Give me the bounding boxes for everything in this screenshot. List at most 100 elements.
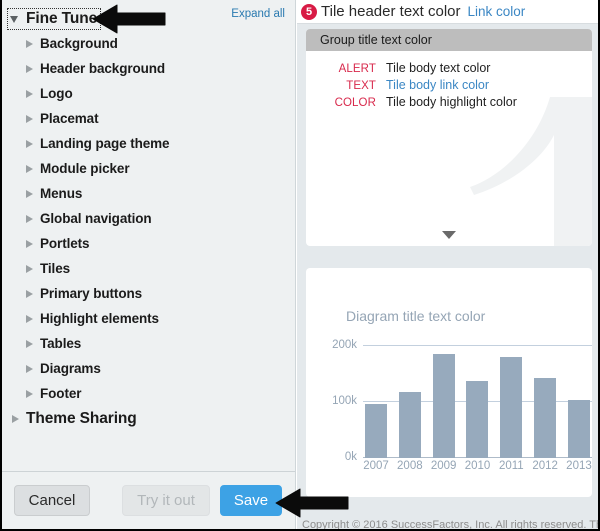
tree-item-theme-sharing[interactable]: Theme Sharing <box>2 406 295 431</box>
group-title-text-color-label: Group title text color <box>320 33 432 47</box>
chart-bar <box>567 400 590 458</box>
tree-item-portlets[interactable]: Portlets <box>2 231 295 256</box>
tree-item-header-background[interactable]: Header background <box>2 56 295 81</box>
chevron-right-icon[interactable] <box>23 137 37 151</box>
chevron-right-icon[interactable] <box>23 187 37 201</box>
tile-body-row: TEXT Tile body link color <box>306 78 592 95</box>
chevron-down-icon[interactable] <box>9 12 23 26</box>
chart-bar <box>365 404 387 458</box>
tile-body: ALERT Tile body text color TEXT Tile bod… <box>306 51 592 246</box>
chevron-right-icon[interactable] <box>23 212 37 226</box>
tile-body-rows: ALERT Tile body text color TEXT Tile bod… <box>306 61 592 112</box>
save-button[interactable]: Save <box>220 485 282 516</box>
chevron-right-icon[interactable] <box>23 112 37 126</box>
chart-x-label: 2009 <box>430 460 457 472</box>
tree-item-module-picker[interactable]: Module picker <box>2 156 295 181</box>
tree-item-placemat[interactable]: Placemat <box>2 106 295 131</box>
tree-item-label: Logo <box>40 86 73 101</box>
tree-item-label: Placemat <box>40 111 99 126</box>
chart-x-label: 2012 <box>532 460 558 472</box>
chart-bars <box>363 345 592 458</box>
tree-item-label: Highlight elements <box>40 311 159 326</box>
chart-plot-area: 200k 100k 0k <box>332 339 592 463</box>
preview-header: 5 Tile header text color Link color <box>297 0 598 24</box>
chart-bar <box>466 381 489 458</box>
tree-item-label: Header background <box>40 61 166 76</box>
chevron-right-icon[interactable] <box>23 62 37 76</box>
tile-body-link-color-label[interactable]: Tile body link color <box>386 78 489 92</box>
chevron-right-icon[interactable] <box>23 337 37 351</box>
tile-header-text-color-label: Tile header text color <box>321 3 461 20</box>
tree-item-landing-page-theme[interactable]: Landing page theme <box>2 131 295 156</box>
tree-item-logo[interactable]: Logo <box>2 81 295 106</box>
chevron-right-icon[interactable] <box>23 262 37 276</box>
chevron-right-icon[interactable] <box>23 387 37 401</box>
chart-x-label: 2011 <box>498 460 524 472</box>
chevron-right-icon[interactable] <box>23 362 37 376</box>
fine-tune-sidebar: Expand all Fine Tune Background Header b… <box>2 0 296 529</box>
tree-item-label: Footer <box>40 386 82 401</box>
chevron-right-icon[interactable] <box>23 237 37 251</box>
diagram-tile: Diagram title text color 200k 100k 0k 20… <box>306 268 592 497</box>
tree-item-label: Background <box>40 36 118 51</box>
tree-item-global-navigation[interactable]: Global navigation <box>2 206 295 231</box>
color-label: COLOR <box>334 97 376 109</box>
fine-tune-focus-ring: Fine Tune <box>6 7 102 30</box>
y-axis-tick: 200k <box>332 339 357 351</box>
preview-tile: Group title text color ALERT Tile body t… <box>306 29 592 246</box>
dialog-footer: Cancel Try it out Save <box>2 471 295 529</box>
tile-body-row: COLOR Tile body highlight color <box>306 95 592 112</box>
tree-item-label: Tables <box>40 336 82 351</box>
chart-bar <box>432 353 455 458</box>
tree-item-footer[interactable]: Footer <box>2 381 295 406</box>
tree-item-highlight-elements[interactable]: Highlight elements <box>2 306 295 331</box>
tree-item-label: Portlets <box>40 236 90 251</box>
chevron-right-icon[interactable] <box>9 412 23 426</box>
chart-x-label: 2008 <box>397 460 423 472</box>
tree-item-label: Menus <box>40 186 83 201</box>
group-title-bar: Group title text color <box>306 29 592 51</box>
expand-tile-chevron-down-icon[interactable] <box>442 231 456 239</box>
tree-item-label: Tiles <box>40 261 71 276</box>
expand-all-link[interactable]: Expand all <box>231 8 285 20</box>
tree-item-label: Diagrams <box>40 361 101 376</box>
chart-x-axis-labels: 2007 2008 2009 2010 2011 2012 2013 <box>363 460 592 472</box>
chevron-right-icon[interactable] <box>23 312 37 326</box>
chevron-right-icon[interactable] <box>23 87 37 101</box>
preview-panel: 5 Tile header text color Link color Grou… <box>297 0 598 529</box>
chevron-right-icon[interactable] <box>23 37 37 51</box>
chart-bar <box>500 356 523 458</box>
fine-tune-tree: Expand all Fine Tune Background Header b… <box>2 0 295 471</box>
bar-chart: Diagram title text color 200k 100k 0k 20… <box>306 268 592 497</box>
chevron-right-icon[interactable] <box>23 287 37 301</box>
chart-x-label: 2007 <box>363 460 389 472</box>
y-axis-tick: 100k <box>332 395 357 407</box>
chevron-right-icon[interactable] <box>23 162 37 176</box>
tree-item-label: Primary buttons <box>40 286 143 301</box>
tree-item-tiles[interactable]: Tiles <box>2 256 295 281</box>
tree-item-primary-buttons[interactable]: Primary buttons <box>2 281 295 306</box>
link-color-label[interactable]: Link color <box>468 4 526 19</box>
tile-body-row: ALERT Tile body text color <box>306 61 592 78</box>
chart-bar <box>534 378 557 458</box>
try-it-out-button[interactable]: Try it out <box>122 485 210 516</box>
copyright-text: Copyright © 2016 SuccessFactors, Inc. Al… <box>302 519 600 531</box>
tile-body-highlight-color-label: Tile body highlight color <box>386 95 517 109</box>
y-axis-tick: 0k <box>344 451 357 463</box>
tree-item-menus[interactable]: Menus <box>2 181 295 206</box>
chart-title: Diagram title text color <box>346 308 486 324</box>
chart-x-label: 2013 <box>566 460 592 472</box>
text-label: TEXT <box>346 80 376 92</box>
alert-label: ALERT <box>338 63 376 75</box>
tree-item-label: Global navigation <box>40 211 152 226</box>
tree-item-label: Module picker <box>40 161 130 176</box>
tree-item-label-theme-sharing: Theme Sharing <box>26 409 137 427</box>
tree-item-tables[interactable]: Tables <box>2 331 295 356</box>
tree-item-label-fine-tune: Fine Tune <box>26 9 98 27</box>
tile-body-text-color-label: Tile body text color <box>386 61 491 75</box>
step-badge-5: 5 <box>301 3 317 20</box>
chart-x-label: 2010 <box>464 460 491 472</box>
cancel-button[interactable]: Cancel <box>14 485 90 516</box>
tree-item-diagrams[interactable]: Diagrams <box>2 356 295 381</box>
tree-item-background[interactable]: Background <box>2 31 295 56</box>
